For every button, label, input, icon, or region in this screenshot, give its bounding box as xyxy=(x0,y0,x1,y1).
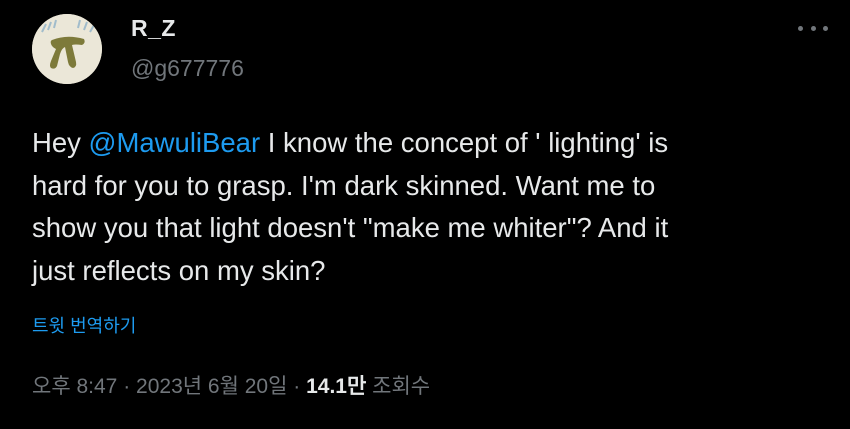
tweet-time[interactable]: 오후 8:47 xyxy=(32,375,117,398)
display-name[interactable]: R_Z xyxy=(131,15,176,42)
ellipsis-icon xyxy=(823,25,828,31)
tweet-text: Hey @MawuliBear I know the concept of ' … xyxy=(32,122,822,292)
tweet-date[interactable]: 2023년 6월 20일 xyxy=(136,375,287,398)
mention-link[interactable]: @MawuliBear xyxy=(89,127,261,158)
tweet-text-start: Hey xyxy=(32,127,89,158)
avatar-image xyxy=(32,14,102,84)
meta-separator: · xyxy=(287,375,307,398)
translate-tweet-link[interactable]: 트윗 번역하기 xyxy=(32,312,136,338)
meta-separator: · xyxy=(117,375,137,398)
more-options-button[interactable] xyxy=(798,18,828,38)
avatar[interactable] xyxy=(32,14,102,84)
tweet-meta: 오후 8:47 · 2023년 6월 20일 · 14.1만 조회수 xyxy=(32,370,430,400)
views-label: 조회수 xyxy=(366,375,431,398)
views-count: 14.1만 xyxy=(306,375,367,398)
ellipsis-icon xyxy=(810,25,816,31)
user-handle[interactable]: @g677776 xyxy=(131,55,244,82)
ellipsis-icon xyxy=(798,25,803,31)
